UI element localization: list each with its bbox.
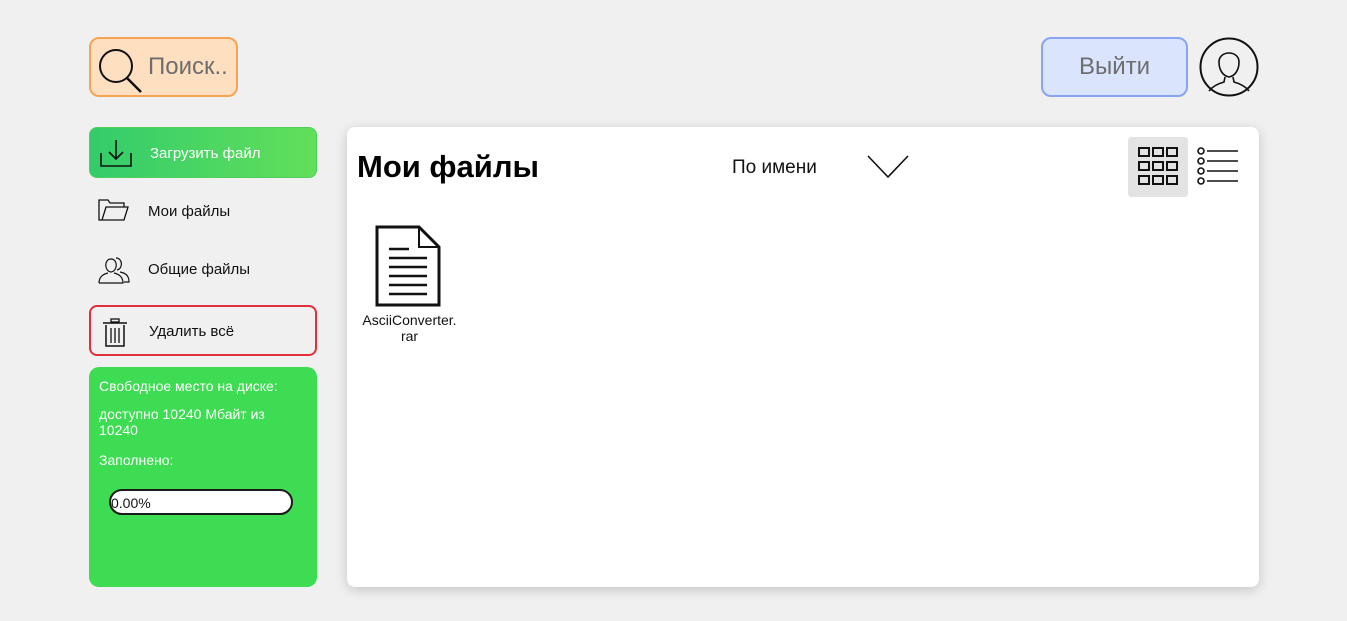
upload-file-label: Загрузить файл bbox=[150, 145, 261, 162]
upload-file-button[interactable]: Загрузить файл bbox=[89, 127, 317, 178]
disk-available-text: доступно 10240 Мбайт из 10240 bbox=[99, 406, 265, 438]
disk-usage-panel: Свободное место на диске: доступно 10240… bbox=[89, 367, 317, 587]
disk-progress-text: 0.00% bbox=[111, 495, 151, 511]
list-icon bbox=[1197, 147, 1238, 185]
user-icon bbox=[1199, 37, 1259, 97]
search-box[interactable]: Поиск.. bbox=[89, 37, 238, 97]
chevron-down-icon[interactable] bbox=[866, 153, 910, 186]
sidebar-item-shared-files[interactable]: Общие файлы bbox=[89, 244, 317, 295]
search-input[interactable]: Поиск.. bbox=[148, 53, 228, 81]
search-icon bbox=[97, 47, 145, 100]
sidebar-item-label: Мои файлы bbox=[148, 203, 231, 220]
file-name: AsciiConverter.rar bbox=[362, 312, 457, 344]
page-title: Мои файлы bbox=[357, 149, 540, 184]
sidebar-item-my-files[interactable]: Мои файлы bbox=[89, 186, 317, 237]
avatar[interactable] bbox=[1199, 37, 1259, 97]
grid-view-button[interactable] bbox=[1128, 137, 1188, 197]
disk-progress-bar: 0.00% bbox=[109, 489, 293, 515]
disk-filled-label: Заполнено: bbox=[99, 452, 174, 468]
sort-select[interactable]: По имени bbox=[732, 157, 817, 179]
folder-icon bbox=[98, 197, 130, 230]
list-view-button[interactable] bbox=[1197, 147, 1239, 192]
users-icon bbox=[98, 255, 130, 290]
grid-icon bbox=[1138, 147, 1178, 185]
delete-all-button[interactable]: Удалить всё bbox=[89, 305, 317, 356]
files-panel: Мои файлы По имени AsciiConverter.rar bbox=[347, 127, 1259, 587]
disk-title: Свободное место на диске: bbox=[99, 378, 278, 394]
trash-icon bbox=[100, 318, 130, 353]
document-icon bbox=[375, 225, 441, 312]
logout-button[interactable]: Выйти bbox=[1041, 37, 1188, 97]
download-icon bbox=[99, 139, 133, 174]
sidebar-item-label: Общие файлы bbox=[148, 261, 251, 278]
sidebar-item-label: Удалить всё bbox=[149, 323, 235, 340]
